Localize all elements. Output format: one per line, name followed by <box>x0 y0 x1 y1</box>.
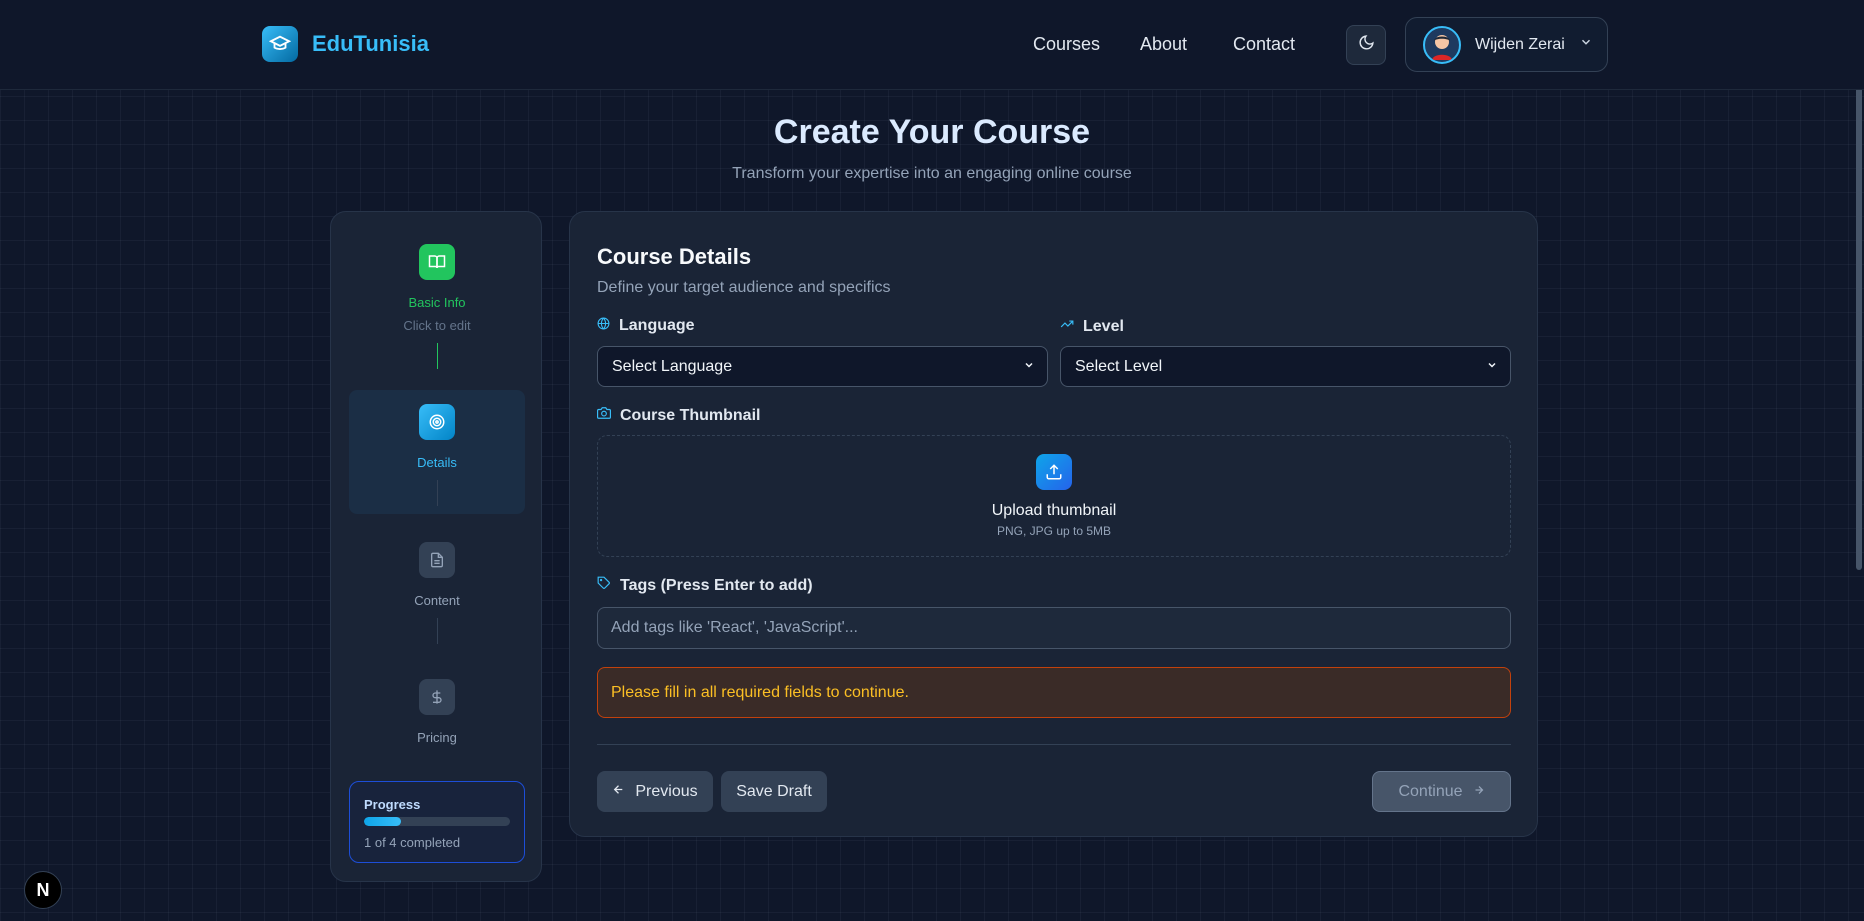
progress-panel: Progress 1 of 4 completed <box>349 781 525 863</box>
previous-button[interactable]: Previous <box>597 771 713 812</box>
step-label: Details <box>417 455 457 470</box>
moon-icon <box>1358 34 1375 56</box>
trending-up-icon <box>1060 317 1074 336</box>
top-navbar: EduTunisia Courses About Contact Wijden … <box>0 0 1864 90</box>
avatar <box>1423 25 1461 64</box>
graduation-cap-icon <box>262 26 298 62</box>
step-sidebar: Basic Info Click to edit Details Content… <box>330 211 542 882</box>
thumbnail-label-text: Course Thumbnail <box>620 406 761 424</box>
tags-label: Tags (Press Enter to add) <box>597 576 813 595</box>
globe-icon <box>597 317 610 335</box>
language-label-text: Language <box>619 317 695 334</box>
step-content[interactable]: Content <box>349 542 525 644</box>
continue-button-label: Continue <box>1398 782 1463 800</box>
card-subtitle: Define your target audience and specific… <box>597 279 891 296</box>
progress-title: Progress <box>364 797 421 812</box>
tag-icon <box>597 576 611 595</box>
card-title: Course Details <box>597 244 752 269</box>
progress-bar <box>364 817 510 826</box>
dollar-icon <box>419 679 455 715</box>
progress-bar-fill <box>364 817 401 826</box>
divider <box>597 744 1511 745</box>
tags-input-placeholder: Add tags like 'React', 'JavaScript'... <box>611 619 858 636</box>
theme-toggle-button[interactable] <box>1346 25 1386 65</box>
step-basic-info[interactable]: Basic Info Click to edit <box>349 244 525 369</box>
thumbnail-dropzone[interactable]: Upload thumbnail PNG, JPG up to 5MB <box>597 435 1511 557</box>
tags-input[interactable]: Add tags like 'React', 'JavaScript'... <box>597 607 1511 649</box>
step-pricing[interactable]: Pricing <box>349 679 525 745</box>
chevron-down-icon <box>1486 358 1498 376</box>
level-label: Level <box>1060 317 1124 336</box>
tags-label-text: Tags (Press Enter to add) <box>620 576 813 594</box>
step-connector <box>436 480 438 506</box>
nav-link-contact[interactable]: Contact <box>1233 34 1295 55</box>
nextjs-dev-badge-icon[interactable]: N <box>24 871 62 909</box>
validation-alert: Please fill in all required fields to co… <box>597 667 1511 718</box>
previous-button-label: Previous <box>635 782 698 800</box>
step-label: Basic Info <box>408 295 466 310</box>
target-icon <box>419 404 455 440</box>
language-select[interactable]: Select Language <box>597 346 1048 387</box>
arrow-right-icon <box>1473 783 1485 801</box>
upload-hint: PNG, JPG up to 5MB <box>996 524 1112 538</box>
continue-button[interactable]: Continue <box>1372 771 1511 812</box>
level-select-value: Select Level <box>1075 357 1163 375</box>
nav-link-courses[interactable]: Courses <box>1033 34 1100 55</box>
chevron-down-icon <box>1023 358 1035 376</box>
upload-title: Upload thumbnail <box>991 502 1117 519</box>
nav-link-about[interactable]: About <box>1140 34 1187 55</box>
user-name: Wijden Zerai <box>1475 35 1565 53</box>
upload-icon <box>1036 454 1072 490</box>
brand-logo-link[interactable]: EduTunisia <box>262 26 429 62</box>
thumbnail-label: Course Thumbnail <box>597 406 760 425</box>
arrow-left-icon <box>612 783 625 801</box>
step-sublabel: Click to edit <box>403 318 471 333</box>
step-label: Content <box>414 593 460 608</box>
language-select-value: Select Language <box>612 357 733 375</box>
course-details-card: Course Details Define your target audien… <box>569 211 1538 837</box>
camera-icon <box>597 406 611 425</box>
step-connector <box>436 618 438 644</box>
brand-name: EduTunisia <box>312 31 429 56</box>
book-open-icon <box>419 244 455 280</box>
page-title: Create Your Course <box>773 113 1091 151</box>
level-label-text: Level <box>1083 317 1124 335</box>
page-subtitle: Transform your expertise into an engagin… <box>732 165 1132 182</box>
language-label: Language <box>597 317 695 335</box>
progress-text: 1 of 4 completed <box>364 835 461 850</box>
step-connector <box>436 343 438 369</box>
step-details[interactable]: Details <box>349 390 525 514</box>
user-menu-button[interactable]: Wijden Zerai <box>1405 17 1608 72</box>
level-select[interactable]: Select Level <box>1060 346 1511 387</box>
file-text-icon <box>419 542 455 578</box>
page-scrollbar[interactable] <box>1856 30 1862 570</box>
save-draft-button[interactable]: Save Draft <box>721 771 827 812</box>
chevron-down-icon <box>1579 35 1593 54</box>
step-label: Pricing <box>417 730 457 745</box>
